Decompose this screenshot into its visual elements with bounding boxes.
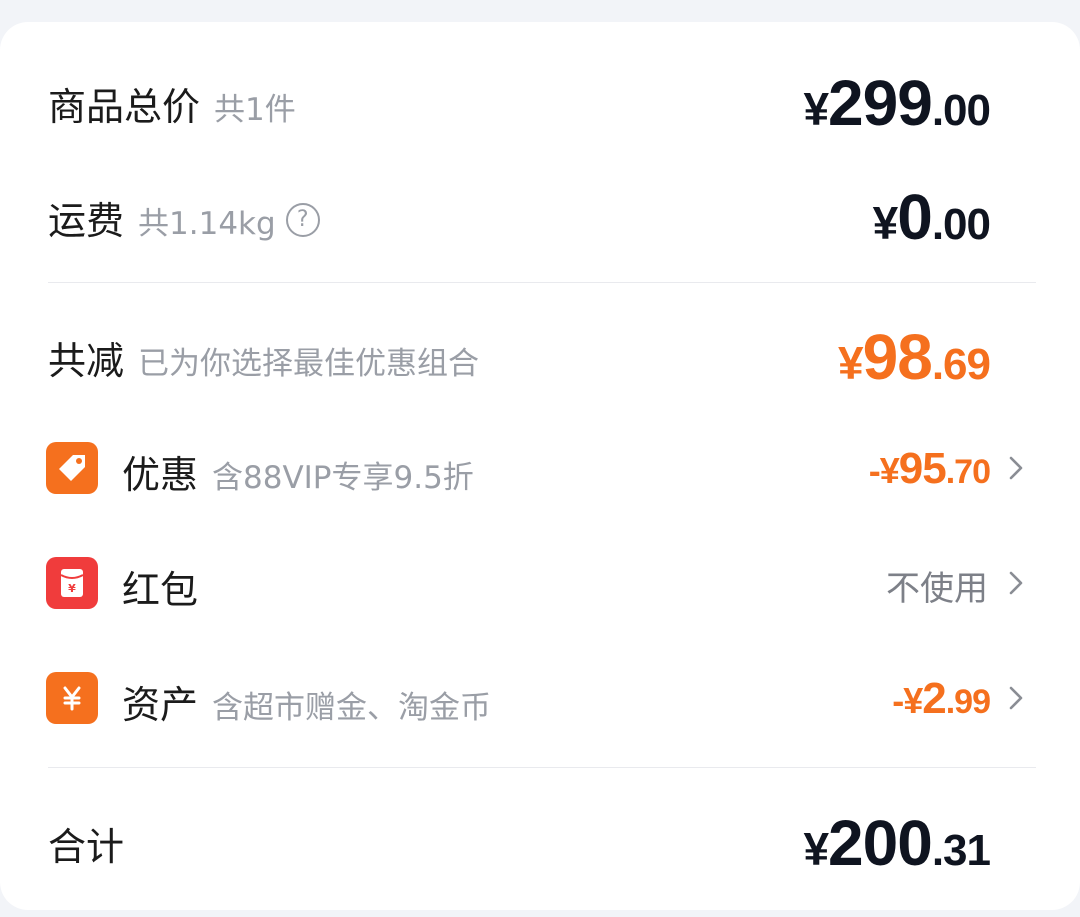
assets-label: 资产 含超市赠金、淘金币 <box>122 674 491 729</box>
shipping-weight: 共1.14kg <box>138 206 276 242</box>
goods-total-title: 商品总价 <box>48 85 201 129</box>
amount-integer: 200 <box>828 807 933 879</box>
currency-symbol: ¥ <box>803 83 829 135</box>
divider <box>48 282 1036 283</box>
coupon-label: 优惠 含88VIP专享9.5折 <box>122 444 474 499</box>
red-packet-title: 红包 <box>122 568 199 612</box>
currency-symbol: ¥ <box>803 823 829 875</box>
coupon-row[interactable]: 优惠 含88VIP专享9.5折 -¥95.70 <box>0 440 1080 500</box>
coupon-title: 优惠 <box>122 453 199 497</box>
currency-symbol: ¥ <box>838 337 864 389</box>
divider <box>48 767 1036 768</box>
amount-integer: 95 <box>898 444 947 493</box>
goods-count: 共1件 <box>214 92 296 128</box>
shipping-label: 运费 共1.14kg? <box>48 190 320 245</box>
order-summary-card: 商品总价 共1件 ¥299.00 运费 共1.14kg? ¥0.00 共减 已为你选择… <box>0 22 1080 910</box>
help-circle-icon[interactable]: ? <box>285 202 320 237</box>
coupon-note: 含88VIP专享9.5折 <box>212 460 474 496</box>
amount-decimal: .70 <box>945 453 991 491</box>
red-packet-status: 不使用 <box>886 569 988 609</box>
total-discount-title: 共减 <box>48 339 125 383</box>
goods-total-amount: ¥299.00 <box>803 66 991 140</box>
assets-note: 含超市赠金、淘金币 <box>212 690 492 726</box>
assets-amount: -¥2.99 <box>892 674 991 724</box>
currency-symbol: ¥ <box>872 197 899 249</box>
red-packet-label: 红包 <box>122 559 198 614</box>
chevron-right-icon[interactable] <box>1004 678 1028 718</box>
tag-icon <box>46 442 98 494</box>
assets-title: 资产 <box>122 683 199 727</box>
red-packet-row[interactable]: ¥ 红包 不使用 <box>0 555 1080 615</box>
total-label: 合计 <box>48 816 124 871</box>
amount-decimal: .69 <box>931 340 991 389</box>
minus-currency: -¥ <box>868 450 900 491</box>
best-combo-note: 已为你选择最佳优惠组合 <box>138 346 480 382</box>
amount-integer: 2 <box>922 674 947 723</box>
total-discount-row: 共减 已为你选择最佳优惠组合 ¥98.69 <box>0 321 1080 393</box>
amount-integer: 98 <box>862 321 933 393</box>
chevron-right-icon[interactable] <box>1004 563 1028 603</box>
total-title: 合计 <box>48 825 125 869</box>
yen-coin-icon <box>46 672 98 724</box>
total-row: 合计 ¥200.31 <box>0 807 1080 879</box>
amount-decimal: .99 <box>945 683 991 721</box>
total-amount: ¥200.31 <box>803 806 991 880</box>
shipping-row: 运费 共1.14kg? ¥0.00 <box>0 181 1080 253</box>
total-discount-amount: ¥98.69 <box>838 320 991 394</box>
shipping-amount: ¥0.00 <box>872 180 991 254</box>
coupon-amount: -¥95.70 <box>868 444 991 494</box>
shipping-title: 运费 <box>48 199 125 243</box>
amount-decimal: .00 <box>931 86 991 135</box>
assets-row[interactable]: 资产 含超市赠金、淘金币 -¥2.99 <box>0 670 1080 730</box>
amount-decimal: .31 <box>931 826 991 875</box>
goods-total-row: 商品总价 共1件 ¥299.00 <box>0 67 1080 139</box>
amount-integer: 299 <box>828 67 933 139</box>
chevron-right-icon[interactable] <box>1004 448 1028 488</box>
svg-text:¥: ¥ <box>68 582 76 595</box>
goods-total-label: 商品总价 共1件 <box>48 76 296 131</box>
minus-currency: -¥ <box>892 680 923 721</box>
total-discount-label: 共减 已为你选择最佳优惠组合 <box>48 330 479 385</box>
amount-integer: 0 <box>897 181 933 253</box>
red-envelope-icon: ¥ <box>46 557 98 609</box>
amount-decimal: .00 <box>931 200 991 249</box>
